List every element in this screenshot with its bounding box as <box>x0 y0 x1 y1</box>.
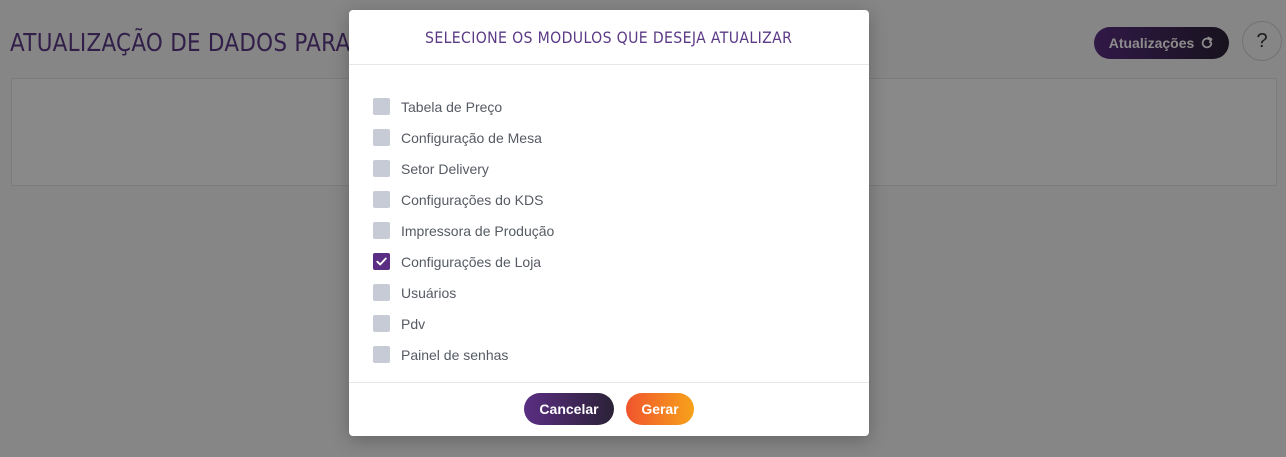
dialog-header: SELECIONE OS MODULOS QUE DESEJA ATUALIZA… <box>349 10 869 65</box>
option-usuarios[interactable]: Usuários <box>373 277 845 308</box>
option-label: Painel de senhas <box>401 346 509 363</box>
option-configuracao-de-mesa[interactable]: Configuração de Mesa <box>373 122 845 153</box>
option-impressora-de-producao[interactable]: Impressora de Produção <box>373 215 845 246</box>
checkbox[interactable] <box>373 315 390 332</box>
option-setor-delivery[interactable]: Setor Delivery <box>373 153 845 184</box>
dialog-title: SELECIONE OS MODULOS QUE DESEJA ATUALIZA… <box>425 27 793 47</box>
option-label: Configuração de Mesa <box>401 129 542 146</box>
option-label: Pdv <box>401 315 426 332</box>
option-pdv[interactable]: Pdv <box>373 308 845 339</box>
checkbox[interactable] <box>373 160 390 177</box>
option-label: Configurações do KDS <box>401 191 544 208</box>
checkbox[interactable] <box>373 191 390 208</box>
option-configuracoes-de-loja[interactable]: Configurações de Loja <box>373 246 845 277</box>
option-label: Configurações de Loja <box>401 253 542 270</box>
checkbox[interactable] <box>373 98 390 115</box>
module-list: Tabela de Preço Configuração de Mesa Set… <box>349 65 869 383</box>
option-label: Usuários <box>401 284 457 301</box>
dialog-footer: Cancelar Gerar <box>349 383 869 435</box>
generate-button[interactable]: Gerar <box>626 393 694 425</box>
check-icon <box>376 257 387 266</box>
checkbox[interactable] <box>373 222 390 239</box>
checkbox[interactable] <box>373 346 390 363</box>
option-label: Impressora de Produção <box>401 222 555 239</box>
module-selection-dialog: SELECIONE OS MODULOS QUE DESEJA ATUALIZA… <box>349 10 869 436</box>
option-painel-de-senhas[interactable]: Painel de senhas <box>373 339 845 370</box>
option-label: Tabela de Preço <box>401 98 503 115</box>
option-tabela-de-preco[interactable]: Tabela de Preço <box>373 91 845 122</box>
page: ATUALIZAÇÃO DE DADOS PARA Atualizações ?… <box>0 0 1286 457</box>
option-label: Setor Delivery <box>401 160 489 177</box>
checkbox[interactable] <box>373 129 390 146</box>
option-configuracoes-do-kds[interactable]: Configurações do KDS <box>373 184 845 215</box>
cancel-button[interactable]: Cancelar <box>524 393 614 425</box>
checkbox[interactable] <box>373 284 390 301</box>
checkbox-checked[interactable] <box>373 253 390 270</box>
